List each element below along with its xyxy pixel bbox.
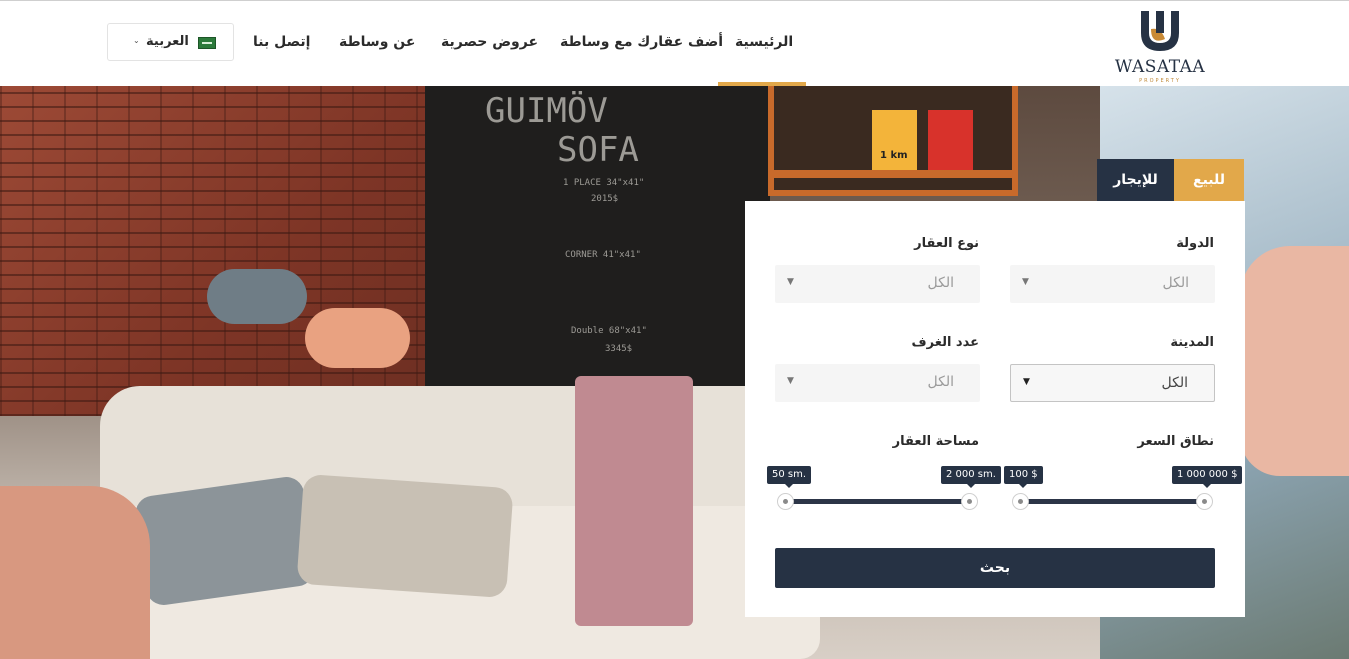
caret-down-icon: ▼ <box>1022 277 1029 287</box>
rolled-mat-peach <box>305 308 410 368</box>
area-range-slider[interactable] <box>777 491 979 511</box>
price-range-slider[interactable] <box>1012 491 1214 511</box>
city-select[interactable]: الكل ▼ <box>1010 364 1215 402</box>
city-label: المدينة <box>1170 335 1214 350</box>
caret-down-icon: ▼ <box>787 376 794 386</box>
language-label: العربية <box>146 34 189 49</box>
wasataa-logo-icon <box>1141 11 1179 51</box>
area-range-track <box>785 499 971 504</box>
country-value: الكل <box>1162 275 1190 291</box>
nav-contact[interactable]: إتصل بنا <box>253 34 310 50</box>
nav-about[interactable]: عن وساطة <box>339 34 415 50</box>
rooms-label: عدد الغرف <box>911 335 979 350</box>
area-max-handle[interactable] <box>961 493 978 510</box>
area-min-handle[interactable] <box>777 493 794 510</box>
shelf-board <box>768 170 1018 178</box>
price-max-handle[interactable] <box>1196 493 1213 510</box>
price-min-handle[interactable] <box>1012 493 1029 510</box>
logo[interactable]: WASATAA PROPERTY <box>1113 7 1207 84</box>
nav-exclusive-offers[interactable]: عروض حصرية <box>441 34 538 50</box>
price-range-track <box>1020 499 1206 504</box>
rooms-select[interactable]: الكل ▼ <box>775 364 980 402</box>
pink-blanket <box>575 376 693 626</box>
pillow-grey <box>133 474 317 608</box>
area-label: مساحة العقار <box>892 434 979 449</box>
pillow-pink <box>1240 246 1349 476</box>
nav-add-property[interactable]: أضف عقارك مع وساطة <box>560 34 723 50</box>
price-range-label: نطاق السعر <box>1137 434 1214 449</box>
caret-down-icon: ▼ <box>1023 377 1030 387</box>
area-min-tooltip: 50 sm. <box>767 466 812 488</box>
book-yellow: 1 km <box>872 110 917 170</box>
book-red <box>928 110 973 170</box>
rolled-mat-grey <box>207 269 307 324</box>
caret-down-icon: ▼ <box>787 277 794 287</box>
chevron-down-icon: ⌄ <box>133 36 140 45</box>
language-selector[interactable]: ⌄ العربية <box>107 23 234 61</box>
city-value: الكل <box>1161 375 1189 391</box>
brand-name: WASATAA <box>1114 57 1206 77</box>
nav-home[interactable]: الرئيسية <box>735 34 793 50</box>
tab-for-rent[interactable]: للإيجار <box>1097 159 1174 201</box>
saudi-flag-icon <box>198 37 216 49</box>
property-type-value: الكل <box>927 275 955 291</box>
country-label: الدولة <box>1176 236 1214 251</box>
pillow-beige <box>296 473 514 599</box>
site-header: WASATAA PROPERTY الرئيسية أضف عقارك مع و… <box>0 0 1349 86</box>
country-select[interactable]: الكل ▼ <box>1010 265 1215 303</box>
search-button[interactable]: بحث <box>775 548 1215 588</box>
area-max-tooltip: 2 000 sm. <box>941 466 1001 488</box>
brand-tagline: PROPERTY <box>1139 78 1181 84</box>
knit-throw <box>0 486 150 659</box>
property-type-select[interactable]: الكل ▼ <box>775 265 980 303</box>
property-type-label: نوع العقار <box>914 236 979 251</box>
tab-for-sale[interactable]: للبيع <box>1174 159 1244 201</box>
price-min-tooltip: 100 $ <box>1004 466 1043 488</box>
price-max-tooltip: 1 000 000 $ <box>1172 466 1243 488</box>
rooms-value: الكل <box>927 374 955 390</box>
